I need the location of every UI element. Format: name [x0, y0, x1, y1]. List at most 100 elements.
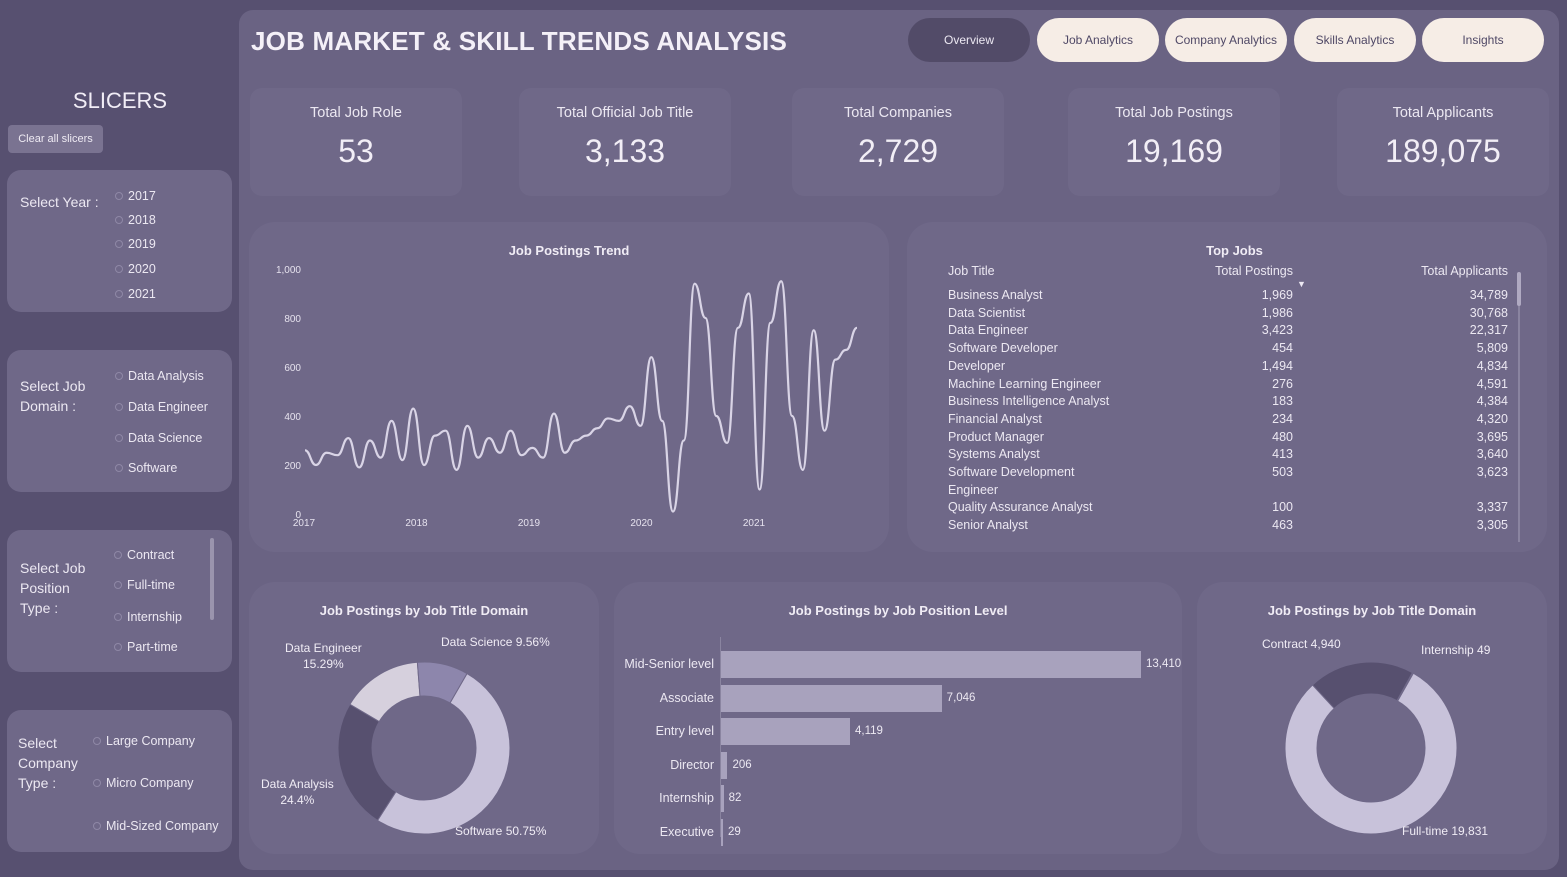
clear-slicers-button[interactable]: Clear all slicers	[8, 125, 103, 153]
header-total-postings[interactable]: Total Postings	[1215, 264, 1293, 278]
position-level-card: Job Postings by Job Position Level Mid-S…	[614, 582, 1182, 854]
year-option[interactable]: 2018	[115, 213, 156, 227]
position-slicer-scrollbar[interactable]	[210, 538, 214, 620]
bar-category-label: Internship	[659, 791, 714, 805]
table-row[interactable]: Business Intelligence Analyst 183 4,384	[948, 394, 1508, 412]
company-option[interactable]: Large Company	[93, 734, 195, 748]
chart-title: Job Postings by Job Position Level	[788, 603, 1008, 618]
radio-icon	[115, 434, 123, 442]
kpi-label: Total Companies	[844, 105, 952, 121]
domain-option[interactable]: Data Science	[115, 431, 202, 445]
table-row[interactable]: Financial Analyst 234 4,320	[948, 412, 1508, 430]
page-title: JOB MARKET & SKILL TRENDS ANALYSIS	[251, 26, 788, 56]
slicers-panel: SLICERS Clear all slicers Select Year : …	[0, 0, 240, 877]
table-row[interactable]: Data Scientist 1,986 30,768	[948, 306, 1508, 324]
domain-option[interactable]: Data Analysis	[115, 369, 204, 383]
year-option[interactable]: 2021	[115, 287, 156, 301]
year-slicer: Select Year : 2017 2018 2019 2020 2021	[7, 170, 232, 312]
bar[interactable]	[721, 785, 724, 812]
table-row[interactable]: Product Manager 480 3,695	[948, 430, 1508, 448]
line-chart[interactable]: 1,00080060040020002017 2018 2019 2020 2021	[249, 222, 889, 552]
cell-total-postings: 100	[1272, 500, 1293, 515]
nav-company-analytics-button[interactable]: Company Analytics	[1165, 18, 1287, 62]
company-option[interactable]: Micro Company	[93, 776, 194, 790]
table-row[interactable]: Senior Analyst 463 3,305	[948, 518, 1508, 536]
bar-category-label: Associate	[659, 690, 714, 705]
table-row[interactable]: Systems Analyst 413 3,640	[948, 447, 1508, 465]
position-option[interactable]: Contract	[114, 548, 174, 562]
table-row[interactable]: Business Analyst 1,969 34,789	[948, 288, 1508, 306]
top-jobs-card: Top Jobs Job Title Total Postings Total …	[907, 222, 1547, 552]
cell-total-applicants: 4,591	[1476, 376, 1508, 391]
position-type-donut-chart[interactable]	[1197, 582, 1547, 854]
cell-total-postings: 234	[1272, 411, 1293, 426]
x-tick-label: 2017	[293, 518, 316, 529]
radio-icon	[115, 464, 123, 472]
nav-skills-analytics-button[interactable]: Skills Analytics	[1294, 18, 1416, 62]
table-row[interactable]: Software Developer 454 5,809	[948, 341, 1508, 359]
bar-value-label: 4,119	[855, 725, 883, 737]
nav-job-analytics-button[interactable]: Job Analytics	[1037, 18, 1159, 62]
radio-icon	[93, 822, 101, 830]
cell-total-applicants: 3,337	[1476, 500, 1508, 515]
year-option[interactable]: 2017	[115, 189, 156, 203]
table-row[interactable]: Engineer	[948, 483, 1508, 501]
domain-slicer: Select Job Domain : Data Analysis Data E…	[7, 350, 232, 492]
kpi-label: Total Job Postings	[1115, 105, 1233, 121]
position-option[interactable]: Internship	[114, 610, 182, 624]
bar-category-label: Mid-Senior level	[624, 657, 714, 671]
bar[interactable]	[721, 818, 723, 846]
table-row[interactable]: Data Engineer 3,423 22,317	[948, 323, 1508, 341]
table-row[interactable]: Quality Assurance Analyst 100 3,337	[948, 500, 1508, 518]
table-row[interactable]: Developer 1,494 4,834	[948, 359, 1508, 377]
table-row[interactable]: Machine Learning Engineer 276 4,591	[948, 377, 1508, 395]
bar[interactable]	[721, 684, 942, 712]
cell-job-title: Data Scientist	[948, 305, 1026, 320]
bar[interactable]	[721, 751, 728, 779]
table-scroll-track	[1518, 306, 1520, 542]
cell-job-title: Software Development	[948, 465, 1075, 479]
position-option[interactable]: Full-time	[114, 578, 175, 592]
bar[interactable]	[721, 718, 850, 745]
radio-icon	[115, 192, 123, 200]
x-tick-label: 2021	[743, 518, 766, 529]
header-total-applicants[interactable]: Total Applicants	[1421, 264, 1508, 278]
kpi-value: 2,729	[857, 133, 939, 169]
trend-line	[304, 280, 858, 513]
cell-job-title: Business Intelligence Analyst	[948, 394, 1110, 409]
donut-slice-full-time[interactable]	[1284, 672, 1458, 835]
cell-total-postings: 503	[1272, 465, 1293, 479]
year-option[interactable]: 2019	[115, 237, 156, 251]
header-job-title[interactable]: Job Title	[948, 264, 995, 278]
cell-job-title: Software Developer	[948, 341, 1058, 356]
donut-label-contract: Contract 4,940	[1262, 637, 1341, 651]
position-slicer-label: Select Job Position Type :	[20, 560, 86, 616]
cell-total-postings: 183	[1272, 394, 1293, 409]
donut-label-data-engineer: Data Engineer 15.29%	[285, 641, 362, 671]
kpi-label: Total Official Job Title	[556, 105, 694, 121]
cell-total-postings: 1,969	[1261, 288, 1293, 302]
kpi-label: Total Job Role	[310, 105, 402, 121]
domain-option[interactable]: Software	[115, 461, 177, 475]
table-row[interactable]: Software Development 503 3,623	[948, 465, 1508, 483]
nav-overview-button[interactable]: Overview	[908, 18, 1030, 62]
bar-category-label: Entry level	[655, 724, 714, 738]
bar[interactable]	[721, 651, 1141, 678]
donut-label-data-science: Data Science 9.56%	[441, 635, 550, 649]
year-option[interactable]: 2020	[115, 262, 156, 276]
table-scrollbar[interactable]	[1517, 272, 1521, 306]
position-option[interactable]: Part-time	[114, 640, 178, 654]
cell-job-title: Machine Learning Engineer	[948, 376, 1101, 391]
cell-total-applicants: 22,317	[1469, 323, 1508, 338]
bar-value-label: 29	[728, 825, 741, 838]
company-option[interactable]: Mid-Sized Company	[93, 819, 219, 833]
nav-insights-button[interactable]: Insights	[1422, 18, 1544, 62]
x-tick-label: 2020	[630, 518, 653, 529]
company-slicer: Select Company Type : Large Company Micr…	[7, 710, 232, 852]
donut-slice-data-analysis[interactable]	[337, 703, 397, 822]
radio-icon	[114, 581, 122, 589]
cell-total-applicants: 4,834	[1476, 358, 1508, 373]
domain-option[interactable]: Data Engineer	[115, 400, 208, 414]
cell-job-title: Systems Analyst	[948, 447, 1040, 462]
domain-donut-chart[interactable]	[249, 582, 599, 854]
